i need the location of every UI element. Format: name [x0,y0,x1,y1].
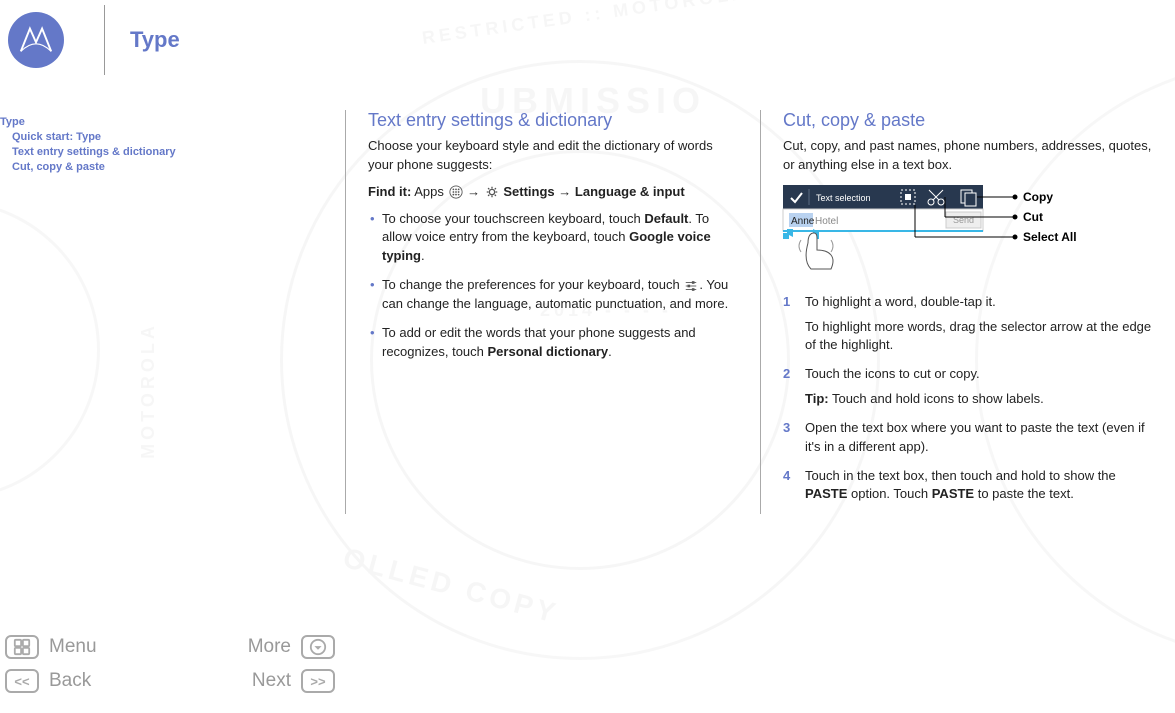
textentry-intro: Choose your keyboard style and edit the … [368,137,738,175]
header-divider [104,5,105,75]
bottom-nav: Menu More << Back Next >> [5,635,335,703]
arrow-icon: → [467,184,480,199]
back-icon: << [5,669,39,693]
rest-text: Hotel [815,216,838,227]
page-title: Type [130,27,180,53]
tip-label: Tip: [805,391,829,406]
next-label: Next [252,670,291,692]
find-it-apps: Apps [414,184,444,199]
step-3: Open the text box where you want to past… [783,419,1153,457]
next-icon: >> [301,669,335,693]
bullet-personal-dictionary: To add or edit the words that your phone… [368,324,738,362]
sidebar-item-cutcopy[interactable]: Cut, copy & paste [0,160,335,175]
menu-button[interactable]: Menu [5,635,97,659]
sidebar-heading[interactable]: Type [0,115,335,130]
more-button[interactable]: More [248,635,335,659]
selected-text: Anne [791,216,815,227]
column-cutcopy: Cut, copy & paste Cut, copy, and past na… [760,110,1175,514]
column-text-entry: Text entry settings & dictionary Choose … [345,110,760,514]
section-title-cutcopy: Cut, copy & paste [783,110,1153,131]
actionbar-title: Text selection [816,193,871,203]
section-title-textentry: Text entry settings & dictionary [368,110,738,131]
settings-gear-icon [485,185,499,199]
step-2: Touch the icons to cut or copy. Tip: Tou… [783,365,1153,409]
arrow-icon: → [558,184,571,199]
step-1-sub: To highlight more words, drag the select… [805,318,1153,356]
copy-label: Copy [1023,190,1053,204]
more-label: More [248,636,291,658]
find-it-settings: Settings [503,184,554,199]
step-4: Touch in the text box, then touch and ho… [783,467,1153,505]
menu-label: Menu [49,636,97,658]
text-selection-diagram: Text selection Anne Hotel Send [783,185,1143,275]
sliders-icon [684,279,698,293]
sidebar: Type Quick start: Type Text entry settin… [0,110,345,514]
apps-grid-icon [449,185,463,199]
bullet-keyboard-prefs: To change the preferences for your keybo… [368,276,738,314]
cutcopy-intro: Cut, copy, and past names, phone numbers… [783,137,1153,175]
motorola-logo [8,12,64,68]
menu-icon [5,635,39,659]
step-1: To highlight a word, double-tap it. To h… [783,293,1153,356]
sidebar-item-quickstart[interactable]: Quick start: Type [0,130,335,145]
find-it-lang: Language & input [575,184,685,199]
next-button[interactable]: Next >> [252,669,335,693]
back-button[interactable]: << Back [5,669,91,693]
find-it-path: Find it: Apps → Settings → Language & in… [368,183,738,202]
find-it-label: Find it: [368,184,411,199]
bullet-default-keyboard: To choose your touchscreen keyboard, tou… [368,210,738,267]
back-label: Back [49,670,91,692]
selectall-label: Select All [1023,230,1077,244]
cut-label: Cut [1023,210,1043,224]
more-icon [301,635,335,659]
sidebar-item-textentry[interactable]: Text entry settings & dictionary [0,145,335,160]
